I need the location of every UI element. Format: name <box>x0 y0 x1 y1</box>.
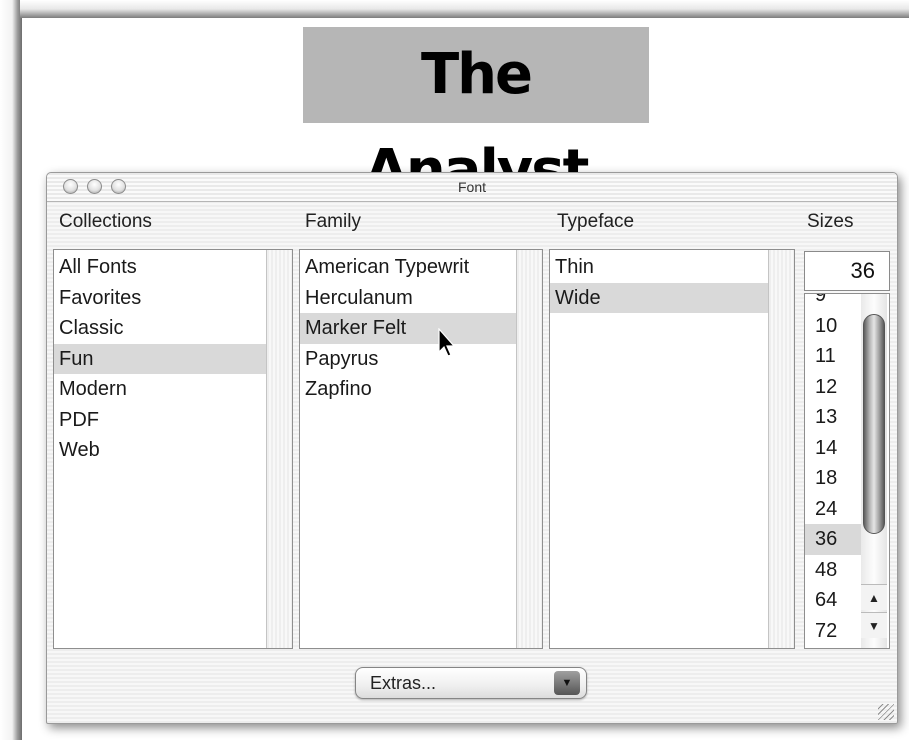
collections-scrollbar[interactable] <box>266 250 292 648</box>
size-item[interactable]: 10 <box>805 311 867 342</box>
collection-item[interactable]: Fun <box>54 343 268 374</box>
size-item[interactable]: 48 <box>805 555 867 586</box>
family-item[interactable]: Zapfino <box>300 374 518 405</box>
mouse-pointer-icon <box>438 328 456 357</box>
family-scrollbar[interactable] <box>516 250 542 648</box>
collection-item[interactable]: Modern <box>54 374 268 405</box>
font-panel: Font Collections Family Typeface Sizes A… <box>46 172 898 724</box>
collection-item[interactable]: Web <box>54 435 268 466</box>
collection-item[interactable]: All Fonts <box>54 252 268 283</box>
sizes-scroll-thumb[interactable] <box>863 314 885 534</box>
size-item[interactable]: 72 <box>805 616 867 647</box>
size-item[interactable]: 12 <box>805 372 867 403</box>
scroll-down-arrow-icon[interactable]: ▼ <box>861 612 887 638</box>
panel-title: Font <box>457 179 486 195</box>
selected-sample-text[interactable]: The Analyst <box>303 27 649 203</box>
window-edge <box>0 0 22 740</box>
family-item[interactable]: American Typewrit <box>300 252 518 283</box>
size-item[interactable]: 64 <box>805 585 867 616</box>
scroll-up-arrow-icon[interactable]: ▲ <box>861 584 887 610</box>
font-panel-titlebar[interactable]: Font <box>47 173 897 202</box>
extras-popup-button[interactable]: Extras... ▼ <box>355 667 587 699</box>
extras-label: Extras... <box>370 673 437 693</box>
typeface-item[interactable]: Thin <box>550 252 770 283</box>
sizes-header: Sizes <box>807 211 854 232</box>
resize-grip-icon[interactable] <box>878 704 894 720</box>
family-list[interactable]: American Typewrit Herculanum Marker Felt Pa… <box>299 249 543 649</box>
size-input[interactable]: 36 <box>804 251 890 291</box>
typeface-list[interactable]: Thin Wide <box>549 249 795 649</box>
typeface-header: Typeface <box>557 211 635 232</box>
collections-header: Collections <box>59 211 152 232</box>
size-item[interactable]: 14 <box>805 433 867 464</box>
collections-list[interactable]: All Fonts Favorites Classic Fun Modern PDF Web <box>53 249 293 649</box>
size-item[interactable]: 11 <box>805 341 867 372</box>
family-item[interactable]: Papyrus <box>300 344 518 375</box>
family-header: Family <box>305 211 361 232</box>
collection-item[interactable]: Favorites <box>54 283 268 314</box>
sizes-scrollbar[interactable]: ▲ ▼ <box>861 294 887 648</box>
window-top-edge <box>20 0 909 18</box>
size-item[interactable]: 24 <box>805 494 867 525</box>
sizes-list[interactable]: 9 10 11 12 13 14 18 24 36 48 64 72 ▲ ▼ <box>804 293 890 649</box>
collection-item[interactable]: PDF <box>54 405 268 436</box>
size-item[interactable]: 9 <box>805 294 867 311</box>
size-item[interactable]: 18 <box>805 463 867 494</box>
chevron-down-icon: ▼ <box>554 671 580 695</box>
family-item[interactable]: Marker Felt <box>300 313 518 344</box>
typeface-scrollbar[interactable] <box>768 250 794 648</box>
sample-text-label: The Analyst <box>364 42 590 203</box>
size-item[interactable]: 36 <box>805 524 867 555</box>
collection-item[interactable]: Classic <box>54 313 268 344</box>
size-item[interactable]: 13 <box>805 402 867 433</box>
family-item[interactable]: Herculanum <box>300 283 518 314</box>
typeface-item[interactable]: Wide <box>550 282 770 313</box>
